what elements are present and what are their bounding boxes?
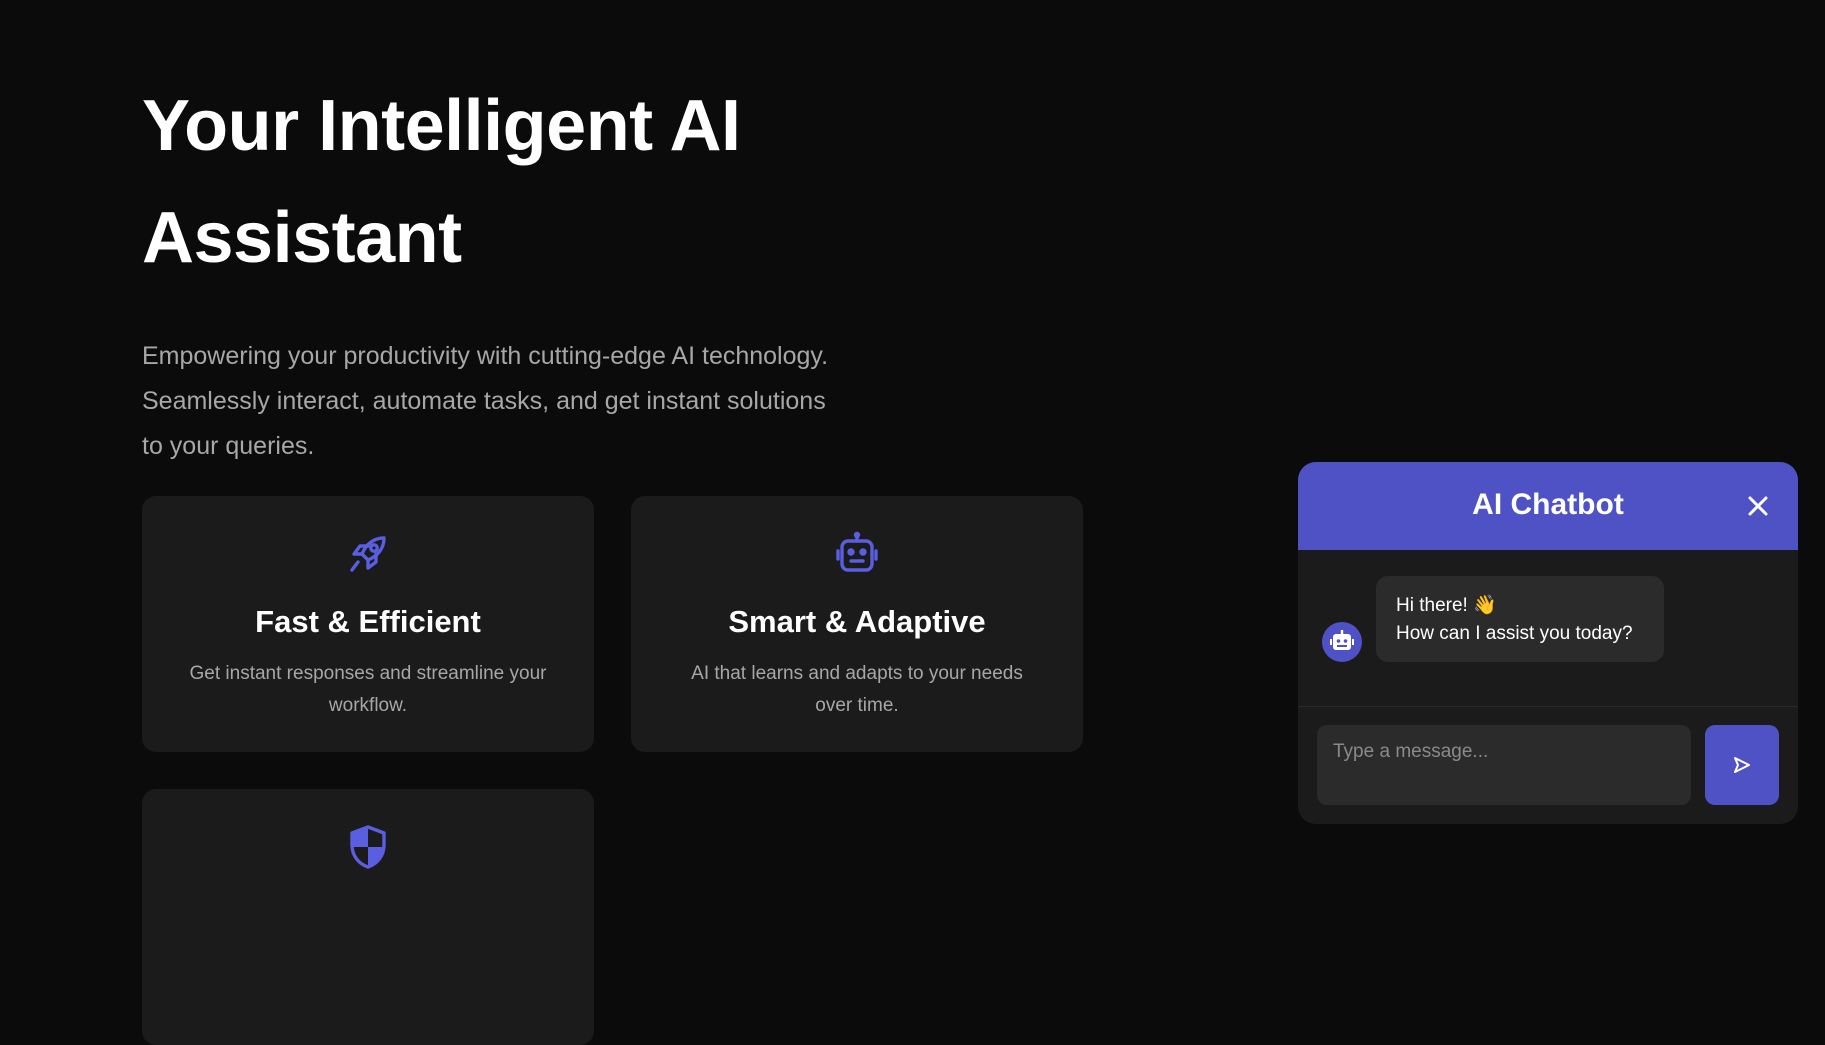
chatbot-widget: AI Chatbot Hi there! 👋 How can I assist … xyxy=(1298,462,1798,824)
divider xyxy=(1298,706,1798,707)
bot-message-line-1: Hi there! 👋 xyxy=(1396,595,1497,616)
bot-avatar xyxy=(1322,622,1362,662)
hero-title-line-1: Your Intelligent AI xyxy=(142,86,741,166)
hero-subtitle-line-3: to your queries. xyxy=(142,432,315,460)
robot-icon xyxy=(1330,630,1354,650)
chat-messages: Hi there! 👋 How can I assist you today? xyxy=(1298,550,1798,706)
shield-icon xyxy=(350,825,386,869)
robot-icon xyxy=(836,531,878,572)
bot-message: Hi there! 👋 How can I assist you today? xyxy=(1376,576,1664,662)
send-button[interactable] xyxy=(1705,725,1779,805)
feature-description: AI that learns and adapts to your needs … xyxy=(691,663,1023,716)
send-icon xyxy=(1734,757,1750,773)
feature-title: Fast & Efficient xyxy=(255,604,481,639)
chatbot-title: AI Chatbot xyxy=(1472,488,1624,521)
hero-subtitle: Empowering your productivity with cuttin… xyxy=(142,334,902,469)
hero-subtitle-line-2: Seamlessly interact, automate tasks, and… xyxy=(142,387,826,415)
close-icon[interactable] xyxy=(1744,492,1772,520)
hero-title: Your Intelligent AI Assistant xyxy=(142,70,902,294)
hero-title-line-2: Assistant xyxy=(142,198,462,278)
hero-subtitle-line-1: Empowering your productivity with cuttin… xyxy=(142,342,829,370)
hero-section: Your Intelligent AI Assistant Empowering… xyxy=(142,70,902,469)
feature-card-smart: Smart & Adaptive AI that learns and adap… xyxy=(631,496,1083,752)
feature-title: Smart & Adaptive xyxy=(728,604,986,639)
feature-card-secure xyxy=(142,789,594,1045)
bot-message-line-2: How can I assist you today? xyxy=(1396,623,1633,644)
feature-description: Get instant responses and streamline you… xyxy=(189,663,547,716)
chatbot-header: AI Chatbot xyxy=(1298,462,1798,550)
rocket-icon xyxy=(350,536,386,572)
feature-card-fast: Fast & Efficient Get instant responses a… xyxy=(142,496,594,752)
message-input[interactable] xyxy=(1317,725,1691,805)
